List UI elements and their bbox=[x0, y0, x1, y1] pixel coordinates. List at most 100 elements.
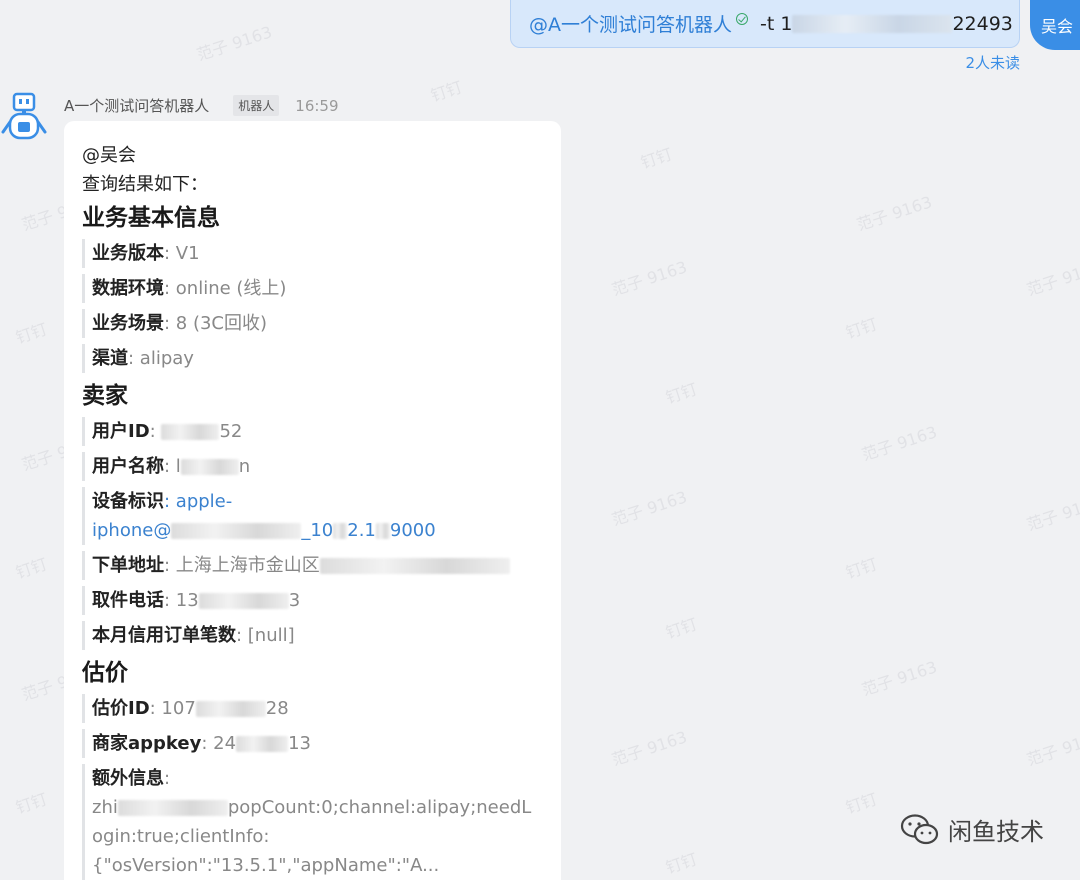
watermark: 钉钉 bbox=[638, 144, 675, 173]
field-version: 业务版本: V1 bbox=[82, 239, 537, 268]
field-value: : 上海上海市金山区 bbox=[164, 555, 320, 576]
field-credit-count: 本月信用订单笔数: [null] bbox=[82, 621, 537, 650]
field-value: 52 bbox=[219, 421, 243, 442]
redacted-block bbox=[236, 736, 289, 752]
field-value: 13 bbox=[288, 733, 311, 754]
avatar[interactable]: 吴会 bbox=[1030, 0, 1080, 50]
wechat-icon bbox=[900, 813, 939, 844]
field-key: 本月信用订单笔数 bbox=[92, 625, 236, 646]
redacted-block bbox=[198, 593, 289, 609]
wechat-watermark: 闲鱼技术 bbox=[900, 812, 1044, 847]
field-key: 设备标识 bbox=[92, 491, 164, 512]
section-title-estimate: 估价 bbox=[82, 660, 128, 686]
device-link[interactable]: _10 bbox=[301, 520, 333, 541]
field-address: 下单地址: 上海上海市金山区 bbox=[82, 551, 537, 580]
watermark: 钉钉 bbox=[663, 614, 700, 643]
message-time: 16:59 bbox=[295, 96, 339, 115]
command-text-suffix: 22493 bbox=[952, 12, 1013, 35]
field-value: 3 bbox=[288, 590, 301, 611]
field-value: : l bbox=[164, 456, 181, 477]
outgoing-message: @A一个测试问答机器人 -t 1 22493 吴会 2人未读 bbox=[0, 0, 1080, 80]
field-key: 渠道 bbox=[92, 348, 128, 369]
device-link[interactable]: : apple- bbox=[164, 491, 232, 512]
watermark: 钉钉 bbox=[843, 554, 880, 583]
field-estimate-id: 估价ID: 107 28 bbox=[82, 694, 537, 723]
redacted-block bbox=[792, 14, 953, 33]
field-value: : online (线上) bbox=[164, 278, 287, 299]
field-value: : [null] bbox=[236, 625, 295, 646]
redacted-block bbox=[319, 558, 510, 574]
watermark: 钉钉 bbox=[843, 789, 880, 818]
bot-message-card: @吴会 查询结果如下： 业务基本信息 业务版本: V1 数据环境: online… bbox=[64, 121, 561, 880]
redacted-block bbox=[161, 424, 220, 440]
section-title-seller: 卖家 bbox=[82, 383, 128, 409]
field-value: : 13 bbox=[164, 590, 199, 611]
redacted-block bbox=[195, 701, 266, 717]
field-key: 额外信息 bbox=[92, 768, 164, 789]
field-value: : 8 (3C回收) bbox=[164, 313, 268, 334]
device-link[interactable]: 2.1 bbox=[347, 520, 376, 541]
watermark: 范子 9163 bbox=[1024, 492, 1080, 535]
watermark: 钉钉 bbox=[843, 314, 880, 343]
watermark: 钉钉 bbox=[663, 379, 700, 408]
field-key: 业务场景 bbox=[92, 313, 164, 334]
field-value: : bbox=[164, 768, 171, 789]
watermark: 范子 9163 bbox=[609, 487, 690, 530]
field-value: n bbox=[238, 456, 251, 477]
field-appkey: 商家appkey: 24 13 bbox=[82, 729, 537, 758]
watermark: 钉钉 bbox=[13, 789, 50, 818]
watermark: 范子 9163 bbox=[1024, 257, 1080, 300]
field-key: 商家appkey bbox=[92, 733, 202, 754]
field-key: 下单地址 bbox=[92, 555, 164, 576]
field-user-name: 用户名称: l n bbox=[82, 452, 537, 481]
sender-name[interactable]: A一个测试问答机器人 bbox=[64, 95, 209, 116]
field-phone: 取件电话: 13 3 bbox=[82, 586, 537, 615]
read-status[interactable]: 2人未读 bbox=[965, 52, 1020, 73]
watermark: 范子 9163 bbox=[859, 422, 940, 465]
field-value: {"osVersion":"13.5.1","appName":"A... bbox=[92, 855, 440, 876]
watermark: 范子 9163 bbox=[1024, 727, 1080, 770]
intro-text: 查询结果如下： bbox=[82, 174, 208, 195]
field-scene: 业务场景: 8 (3C回收) bbox=[82, 309, 537, 338]
field-user-id: 用户ID: 52 bbox=[82, 417, 537, 446]
field-key: 取件电话 bbox=[92, 590, 164, 611]
device-link[interactable]: iphone@ bbox=[92, 520, 171, 541]
device-link[interactable]: 9000 bbox=[390, 520, 436, 541]
field-value: : alipay bbox=[128, 348, 194, 369]
field-value: 28 bbox=[265, 698, 289, 719]
watermark: 钉钉 bbox=[13, 319, 50, 348]
section-title-basic: 业务基本信息 bbox=[82, 205, 220, 231]
outgoing-bubble[interactable]: @A一个测试问答机器人 -t 1 22493 bbox=[510, 0, 1020, 48]
watermark: 钉钉 bbox=[13, 554, 50, 583]
redacted-block bbox=[333, 523, 348, 539]
redacted-block bbox=[171, 523, 302, 539]
field-key: 用户名称 bbox=[92, 456, 164, 477]
read-check-icon bbox=[736, 12, 748, 25]
mention-text[interactable]: @吴会 bbox=[82, 141, 537, 170]
field-device: 设备标识: apple- iphone@ _10 2.1 9000 bbox=[82, 487, 537, 545]
watermark: 范子 9163 bbox=[859, 657, 940, 700]
robot-avatar-icon[interactable] bbox=[0, 90, 48, 146]
field-key: 数据环境 bbox=[92, 278, 164, 299]
field-value: : 24 bbox=[201, 733, 237, 754]
redacted-block bbox=[117, 800, 228, 816]
field-value: zhi bbox=[92, 797, 118, 818]
field-extra: 额外信息: zhi popCount:0;channel:alipay;needL… bbox=[82, 764, 537, 880]
field-value: : bbox=[149, 421, 162, 442]
field-key: 业务版本 bbox=[92, 243, 164, 264]
wechat-account-name: 闲鱼技术 bbox=[948, 818, 1044, 846]
field-key: 用户ID bbox=[92, 421, 150, 442]
field-channel: 渠道: alipay bbox=[82, 344, 537, 373]
watermark: 范子 9163 bbox=[854, 192, 935, 235]
bot-badge: 机器人 bbox=[233, 95, 280, 116]
watermark: 钉钉 bbox=[663, 849, 700, 878]
sender-line: A一个测试问答机器人 机器人 16:59 bbox=[64, 95, 339, 116]
field-env: 数据环境: online (线上) bbox=[82, 274, 537, 303]
watermark: 范子 9163 bbox=[609, 727, 690, 770]
redacted-block bbox=[375, 523, 390, 539]
redacted-block bbox=[180, 459, 239, 475]
field-value: : 107 bbox=[149, 698, 196, 719]
mention-link[interactable]: @A一个测试问答机器人 bbox=[529, 10, 732, 37]
watermark: 范子 9163 bbox=[609, 257, 690, 300]
field-value: : V1 bbox=[164, 243, 200, 264]
